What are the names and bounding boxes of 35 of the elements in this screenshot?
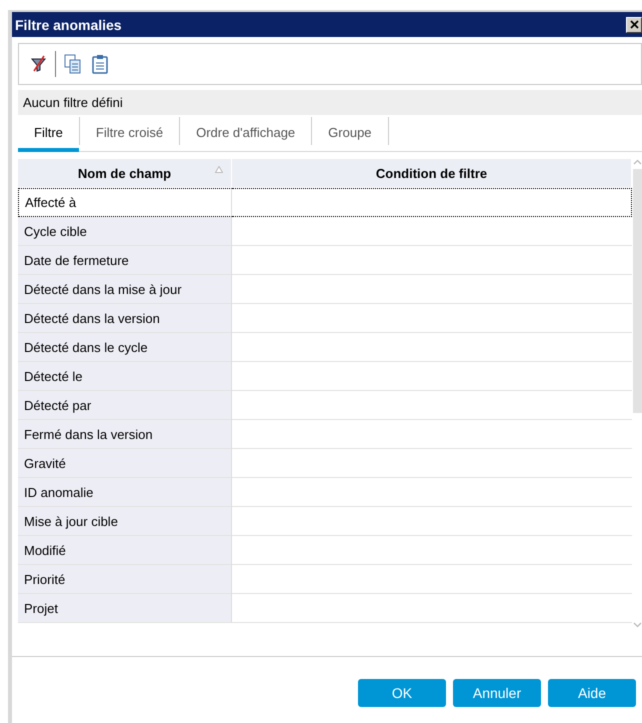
clipboard-icon [92,54,108,74]
field-name-cell[interactable]: Mise à jour cible [18,507,232,536]
scrollbar[interactable] [632,159,642,628]
status-text: Aucun filtre défini [23,95,123,110]
field-name-cell[interactable]: Fermé dans la version [18,420,232,449]
chevron-up-icon[interactable] [632,159,642,165]
scrollbar-thumb[interactable] [632,169,642,413]
copy-icon [64,54,82,74]
field-name-cell[interactable]: Modifié [18,536,232,565]
field-name-cell[interactable]: Priorité [18,565,232,594]
field-name-cell[interactable]: Date de fermeture [18,246,232,275]
tab[interactable]: Filtre croisé [80,117,180,152]
field-name-cell[interactable]: Détecté dans le cycle [18,333,232,362]
tab[interactable]: Filtre [18,117,79,152]
field-name-cell[interactable]: ID anomalie [18,478,232,507]
field-name-cell[interactable]: Détecté le [18,362,232,391]
column-header[interactable]: Nom de champ [18,159,232,187]
filter-condition-cell[interactable] [232,188,632,217]
field-name-cell[interactable]: Cycle cible [18,217,232,246]
sort-icon [215,166,223,173]
chevron-down-icon[interactable] [632,622,642,628]
close-icon [630,20,638,29]
paste-button[interactable] [90,52,110,76]
field-name-cell[interactable]: Détecté dans la mise à jour [18,275,232,304]
tab[interactable]: Ordre d'affichage [180,117,312,152]
field-name-cell[interactable]: Détecté par [18,391,232,420]
field-name-cell[interactable]: Détecté dans la version [18,304,232,333]
close-button[interactable] [626,16,642,32]
field-name-cell[interactable]: Gravité [18,449,232,478]
window-title: Filtre anomalies [15,16,122,32]
column-header[interactable]: Condition de filtre [232,159,632,187]
tab[interactable]: Groupe [312,117,388,152]
field-name-cell[interactable]: Projet [18,594,232,623]
field-name-cell[interactable]: Affecté à [18,188,232,217]
funnel-crossed-icon [31,55,47,73]
